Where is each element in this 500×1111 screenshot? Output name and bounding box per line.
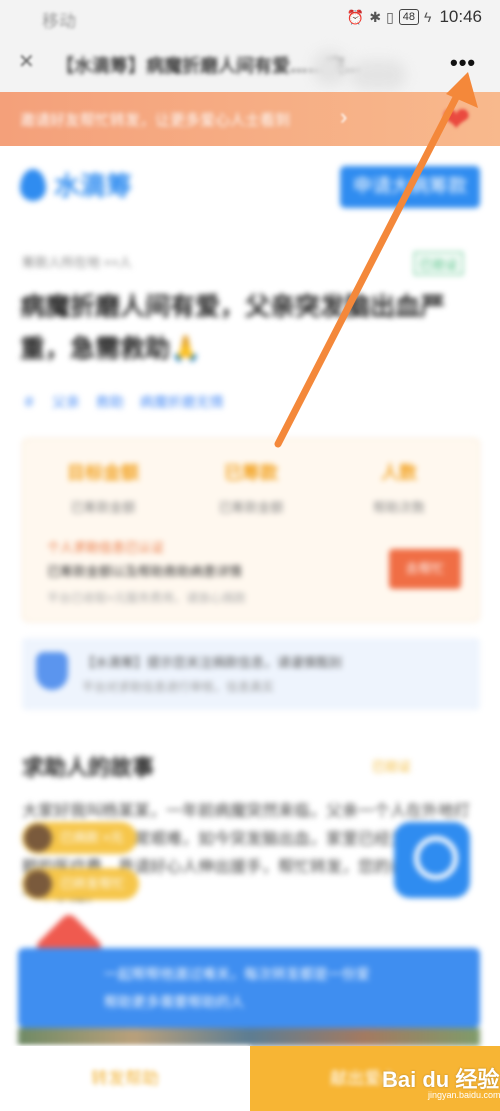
shield-icon	[36, 652, 68, 690]
stat-donors: 人数 帮助次数	[339, 459, 459, 516]
tag[interactable]: 救助	[96, 394, 124, 410]
stat-target: 目标金额 已筹款金额	[43, 459, 163, 516]
notice-title: 【水滴筹】提示您关注捐款信息，请谨慎甄别	[82, 655, 343, 670]
share-fab-button[interactable]	[394, 822, 470, 898]
carrier-text: 移动	[42, 12, 76, 31]
stat-value: 目标金额	[67, 463, 139, 483]
alarm-icon: ⏰	[346, 8, 365, 25]
more-options-button[interactable]: •••	[450, 50, 476, 76]
section-verified-badge: 已验证	[372, 759, 412, 774]
avatar	[24, 870, 52, 898]
stat-raised: 已筹款 已筹款金额	[191, 459, 311, 516]
section-title: 求助人的故事	[22, 755, 155, 780]
fund-hint: 个人求助信息已认证	[47, 540, 165, 555]
stat-value: 已筹款	[224, 463, 278, 483]
tag[interactable]: 父亲	[52, 394, 80, 410]
chevron-right-icon: ›	[340, 104, 348, 129]
brand-logo: 水滴筹	[20, 166, 132, 203]
help-card[interactable]: 一起帮帮他渡过难关，每次转发都是一份爱 帮助更多需要帮助的人	[18, 948, 480, 1028]
chip-text: 已转发帮忙	[60, 876, 126, 891]
watermark-domain: jingyan.baidu.com	[428, 1090, 500, 1100]
stat-label: 帮助次数	[372, 500, 425, 515]
story-headline: 病魔折磨人间有爱，父亲突发脑出血严重，急需救助🙏	[20, 293, 446, 363]
status-icons: ⏰ ✱ ▯ 48 ϟ 10:46	[347, 7, 482, 27]
close-icon[interactable]: ✕	[18, 49, 35, 74]
privacy-blur	[312, 50, 348, 86]
notice-text: 平台对求助信息进行审核，信息真实	[82, 680, 275, 694]
help-card-line: 一起帮帮他渡过难关，每次转发都是一份爱	[104, 966, 370, 982]
help-button[interactable]: 去帮忙	[389, 549, 461, 589]
help-card-line: 帮助更多需要帮助的人	[104, 994, 244, 1010]
safety-notice[interactable]: 【水滴筹】提示您关注捐款信息，请谨慎甄别 平台对求助信息进行审核，信息真实	[22, 638, 480, 710]
chip-text: 已捐款 ×元	[60, 830, 124, 845]
share-help-button[interactable]: 转发帮助	[0, 1046, 250, 1111]
heart-icon: ❤	[442, 101, 471, 139]
stat-label: 已筹款金额	[70, 500, 136, 515]
share-banner[interactable]: 邀请好友帮忙转发，让更多爱心人士看到 ›	[0, 92, 500, 146]
watermark-brand: Bai du 经验	[382, 1067, 500, 1092]
page-content: 水滴筹 申请大病筹款 筹款人所在地 ××人 已验证 病魔折磨人间有爱，父亲突发脑…	[0, 146, 500, 1046]
clock-time: 10:46	[439, 7, 482, 26]
stat-value: 人数	[381, 463, 417, 483]
status-bar: 移动 ⏰ ✱ ▯ 48 ϟ 10:46	[0, 0, 500, 36]
charging-icon: ϟ	[424, 9, 432, 25]
avatar	[24, 824, 52, 852]
tag[interactable]: 病魔折磨无情	[140, 394, 224, 410]
donation-chip: 已转发帮忙	[22, 868, 140, 900]
photo-strip	[18, 1028, 480, 1046]
privacy-blur	[350, 60, 406, 90]
bluetooth-icon: ✱	[369, 8, 382, 25]
stat-label: 已筹款金额	[218, 500, 284, 515]
verified-badge: 已验证	[414, 252, 464, 275]
battery-icon: 48	[398, 9, 420, 25]
brand-name: 水滴筹	[54, 171, 133, 201]
story-tags: ＃ 父亲 救助 病魔折磨无情	[22, 392, 224, 412]
fund-note: 平台已收取×元服务费用，请放心捐款	[47, 591, 247, 605]
fundraising-stats-card: 目标金额 已筹款金额 已筹款 已筹款金额 人数 帮助次数 个人求助信息已认证 已…	[22, 438, 480, 622]
apply-fundraising-button[interactable]: 申请大病筹款	[340, 166, 480, 208]
banner-text: 邀请好友帮忙转发，让更多爱心人士看到	[20, 112, 291, 129]
donation-chip: 已捐款 ×元	[22, 822, 138, 854]
tag[interactable]: ＃	[22, 394, 36, 410]
source-line: 筹款人所在地 ××人	[22, 255, 132, 270]
title-bar: ✕ 【水滴筹】病魔折磨人间有爱……突… •••	[0, 36, 500, 92]
fund-detail: 已筹款金额以及帮助救助病患详情	[47, 564, 243, 579]
vibrate-icon: ▯	[386, 8, 394, 25]
water-drop-icon	[20, 168, 46, 201]
